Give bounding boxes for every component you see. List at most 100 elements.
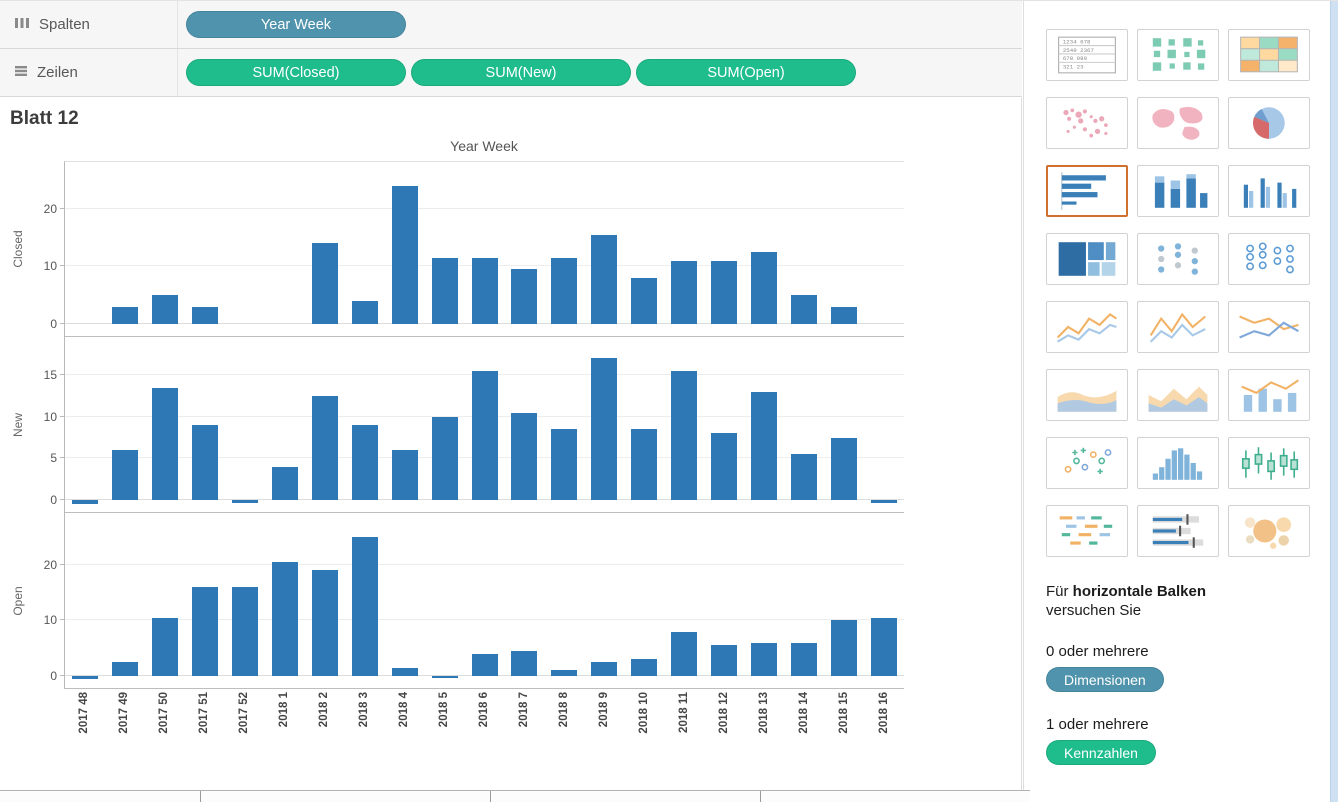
side-by-side-circles-thumbnail[interactable] — [1228, 233, 1310, 285]
bar-open-2018-12[interactable] — [711, 645, 737, 676]
bar-open-2018-9[interactable] — [591, 662, 617, 676]
bar-slot — [105, 162, 145, 336]
bar-new-2017-50[interactable] — [152, 388, 178, 501]
bullet-graph-thumbnail[interactable] — [1137, 505, 1219, 557]
bar-closed-2018-9[interactable] — [591, 235, 617, 324]
filled-map-thumbnail[interactable] — [1137, 97, 1219, 149]
bar-new-2018-13[interactable] — [751, 392, 777, 500]
bar-closed-2017-51[interactable] — [192, 307, 218, 324]
bar-open-2017-49[interactable] — [112, 662, 138, 676]
measure-pill[interactable]: SUM(Closed) — [186, 59, 406, 86]
hint-line-2: versuchen Sie — [1046, 602, 1330, 619]
bar-open-2017-51[interactable] — [192, 587, 218, 676]
dual-lines-thumbnail[interactable] — [1228, 301, 1310, 353]
bar-new-2018-14[interactable] — [791, 454, 817, 500]
bar-new-2018-12[interactable] — [711, 433, 737, 500]
bar-new-2017-52[interactable] — [232, 500, 258, 503]
bar-new-2018-6[interactable] — [472, 371, 498, 500]
chart-panel-new: 051015New — [64, 337, 904, 513]
dimension-pill[interactable]: Year Week — [186, 11, 406, 38]
bar-open-2018-3[interactable] — [352, 537, 378, 676]
bar-slot — [465, 337, 505, 512]
bar-closed-2018-8[interactable] — [551, 258, 577, 324]
heat-map-thumbnail[interactable] — [1137, 29, 1219, 81]
bar-open-2018-14[interactable] — [791, 643, 817, 676]
bar-open-2018-5[interactable] — [432, 676, 458, 678]
bar-open-2018-16[interactable] — [871, 618, 897, 676]
bar-open-2017-48[interactable] — [72, 676, 98, 679]
bar-closed-2018-14[interactable] — [791, 295, 817, 324]
bar-open-2018-6[interactable] — [472, 654, 498, 676]
bar-open-2017-50[interactable] — [152, 618, 178, 676]
bar-open-2018-4[interactable] — [392, 668, 418, 676]
rows-shelf[interactable]: Zeilen SUM(Closed)SUM(New)SUM(Open) — [0, 49, 1022, 97]
bar-open-2018-7[interactable] — [511, 651, 537, 676]
box-and-whisker-thumbnail[interactable] — [1228, 437, 1310, 489]
scatter-plot-thumbnail[interactable] — [1046, 437, 1128, 489]
bar-open-2018-10[interactable] — [631, 659, 657, 676]
bar-new-2018-5[interactable] — [432, 417, 458, 500]
bar-new-2018-16[interactable] — [871, 500, 897, 503]
bar-closed-2018-3[interactable] — [352, 301, 378, 324]
bar-new-2018-4[interactable] — [392, 450, 418, 500]
bar-closed-2018-4[interactable] — [392, 186, 418, 324]
x-axis-label: 2017 49 — [104, 689, 144, 769]
bar-new-2018-9[interactable] — [591, 358, 617, 500]
bar-open-2018-15[interactable] — [831, 620, 857, 676]
bar-new-2018-15[interactable] — [831, 438, 857, 501]
area-continuous-thumbnail[interactable] — [1046, 369, 1128, 421]
histogram-thumbnail[interactable] — [1137, 437, 1219, 489]
bar-closed-2018-7[interactable] — [511, 269, 537, 324]
packed-bubbles-thumbnail[interactable] — [1228, 505, 1310, 557]
stacked-bars-thumbnail[interactable] — [1137, 165, 1219, 217]
bar-open-2018-13[interactable] — [751, 643, 777, 676]
lines-discrete-thumbnail[interactable] — [1137, 301, 1219, 353]
treemap-thumbnail[interactable] — [1046, 233, 1128, 285]
bar-closed-2018-2[interactable] — [312, 243, 338, 324]
bar-new-2017-48[interactable] — [72, 500, 98, 504]
gantt-chart-thumbnail[interactable] — [1046, 505, 1128, 557]
measures-hint-text: 1 oder mehrere — [1046, 716, 1330, 733]
area-discrete-thumbnail[interactable] — [1137, 369, 1219, 421]
measure-pill[interactable]: SUM(New) — [411, 59, 631, 86]
bar-new-2018-11[interactable] — [671, 371, 697, 500]
vertical-scrollbar[interactable] — [1330, 1, 1338, 802]
bar-new-2017-49[interactable] — [112, 450, 138, 500]
bar-new-2018-10[interactable] — [631, 429, 657, 500]
bar-closed-2018-13[interactable] — [751, 252, 777, 324]
symbol-map-thumbnail[interactable] — [1046, 97, 1128, 149]
bar-closed-2018-15[interactable] — [831, 307, 857, 324]
bar-closed-2018-11[interactable] — [671, 261, 697, 324]
bar-new-2018-8[interactable] — [551, 429, 577, 500]
bar-slot — [504, 513, 544, 688]
bar-new-2018-2[interactable] — [312, 396, 338, 500]
bar-open-2018-8[interactable] — [551, 670, 577, 676]
bar-closed-2018-5[interactable] — [432, 258, 458, 324]
bar-slot — [824, 162, 864, 336]
bar-new-2018-3[interactable] — [352, 425, 378, 500]
bar-open-2018-11[interactable] — [671, 632, 697, 676]
horizontal-bars-thumbnail[interactable] — [1046, 165, 1128, 217]
side-by-side-bars-thumbnail[interactable] — [1228, 165, 1310, 217]
bar-closed-2017-50[interactable] — [152, 295, 178, 324]
dual-combination-thumbnail[interactable] — [1228, 369, 1310, 421]
bar-slot — [385, 337, 425, 512]
bar-open-2018-1[interactable] — [272, 562, 298, 676]
highlight-table-thumbnail[interactable] — [1228, 29, 1310, 81]
bar-new-2018-1[interactable] — [272, 467, 298, 500]
text-table-thumbnail[interactable]: 1234 6782549 2367678 989321 23 — [1046, 29, 1128, 81]
measure-pill[interactable]: SUM(Open) — [636, 59, 856, 86]
bar-new-2017-51[interactable] — [192, 425, 218, 500]
bar-closed-2018-10[interactable] — [631, 278, 657, 324]
circle-views-thumbnail[interactable] — [1137, 233, 1219, 285]
bar-new-2018-7[interactable] — [511, 413, 537, 501]
lines-continuous-thumbnail[interactable] — [1046, 301, 1128, 353]
bar-open-2017-52[interactable] — [232, 587, 258, 676]
columns-shelf[interactable]: Spalten Year Week — [0, 1, 1022, 49]
bar-closed-2017-49[interactable] — [112, 307, 138, 324]
y-tick-label: 0 — [23, 317, 57, 331]
bar-open-2018-2[interactable] — [312, 570, 338, 676]
bar-closed-2018-6[interactable] — [472, 258, 498, 324]
pie-chart-thumbnail[interactable] — [1228, 97, 1310, 149]
bar-closed-2018-12[interactable] — [711, 261, 737, 324]
